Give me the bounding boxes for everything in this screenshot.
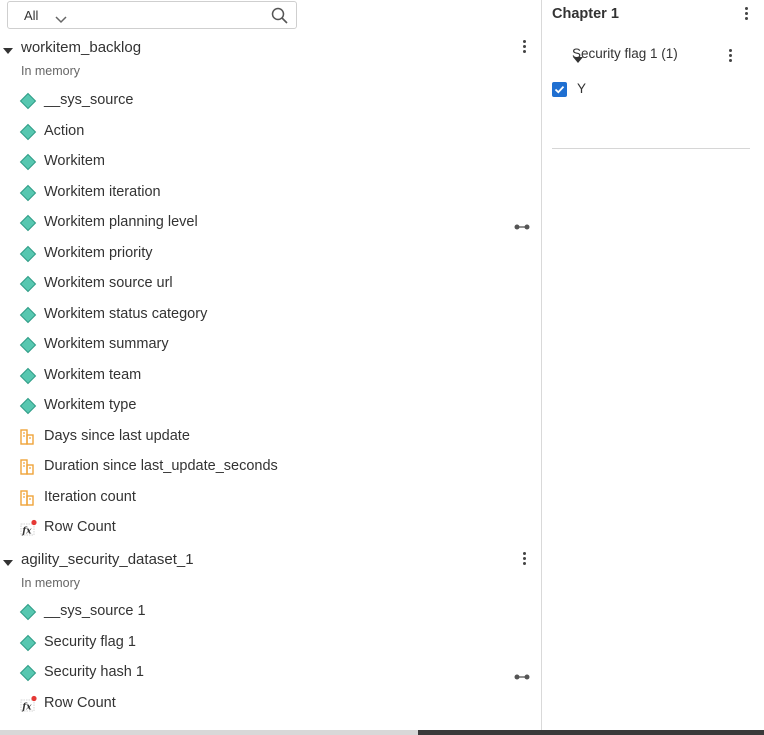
data-field-item[interactable]: Security hash 1: [0, 661, 541, 685]
data-field-item[interactable]: Workitem summary: [0, 333, 541, 357]
dataset-status: In memory: [21, 64, 81, 78]
field-label: Workitem priority: [44, 244, 153, 261]
chapter-title: Chapter 1: [552, 6, 619, 22]
filter-value: All: [24, 8, 39, 23]
field-label: Workitem status category: [44, 305, 208, 322]
field-label: Row Count: [44, 519, 116, 535]
category-diamond-icon: [19, 275, 37, 293]
field-label: Workitem type: [44, 397, 137, 413]
data-field-item[interactable]: Workitem priority: [0, 242, 541, 266]
filter-pane: Chapter 1 Security flag 1 (1) Y: [542, 0, 764, 735]
field-label: Security hash 1: [44, 664, 144, 680]
measure-icon: [19, 458, 37, 476]
link-icon: [514, 668, 530, 686]
category-diamond-icon: [19, 367, 37, 385]
data-field-item[interactable]: __sys_source 1: [0, 600, 541, 624]
field-label: Duration since last_update_seconds: [44, 458, 278, 474]
filter-title: Security flag 1 (1): [572, 46, 678, 61]
field-label: Workitem planning level: [44, 214, 198, 230]
data-field-item[interactable]: Action: [0, 120, 541, 144]
field-label: Row Count: [44, 694, 116, 711]
svg-text:fx: fx: [21, 702, 32, 712]
data-field-item[interactable]: Workitem planning level: [0, 211, 541, 235]
data-field-item[interactable]: Duration since last_update_seconds: [0, 455, 541, 479]
data-field-item[interactable]: Days since last update: [0, 425, 541, 449]
data-field-item[interactable]: Iteration count: [0, 486, 541, 510]
category-diamond-icon: [19, 245, 37, 263]
dataset-more-options-icon[interactable]: [520, 551, 528, 567]
data-field-item[interactable]: __sys_source: [0, 89, 541, 113]
data-field-item[interactable]: fx Row Count: [0, 516, 541, 540]
category-diamond-icon: [19, 306, 37, 324]
field-label: Iteration count: [44, 488, 136, 505]
data-field-item[interactable]: Workitem iteration: [0, 181, 541, 205]
category-diamond-icon: [19, 123, 37, 141]
field-label: Workitem: [44, 153, 105, 169]
dataset-name: workitem_backlog: [21, 39, 142, 56]
calculated-fx-icon: fx: [19, 695, 37, 713]
category-diamond-icon: [19, 603, 37, 621]
field-label: __sys_source: [44, 92, 134, 108]
field-label: Security flag 1: [44, 633, 136, 650]
data-field-item[interactable]: Workitem source url: [0, 272, 541, 296]
category-diamond-icon: [19, 92, 37, 110]
field-label: Workitem iteration: [44, 183, 161, 200]
calculated-fx-icon: fx: [19, 519, 37, 537]
chevron-down-icon[interactable]: [55, 11, 67, 29]
checkbox-checked-icon[interactable]: [552, 82, 567, 97]
category-diamond-icon: [19, 153, 37, 171]
filter-option-label: Y: [577, 81, 587, 96]
field-label: Workitem team: [44, 366, 142, 383]
data-field-item[interactable]: Workitem: [0, 150, 541, 174]
dataset-header[interactable]: agility_security_dataset_1: [0, 548, 541, 572]
filter-more-options-icon[interactable]: [726, 48, 734, 64]
field-label: Action: [44, 122, 85, 139]
field-label: Workitem source url: [44, 275, 173, 291]
data-field-item[interactable]: Workitem team: [0, 364, 541, 388]
measure-icon: [19, 489, 37, 507]
dataset-name: agility_security_dataset_1: [21, 551, 194, 568]
dataset-header[interactable]: workitem_backlog: [0, 36, 541, 60]
category-diamond-icon: [19, 336, 37, 354]
data-field-item[interactable]: fx Row Count: [0, 692, 541, 716]
scrollbar-thumb[interactable]: [418, 730, 764, 735]
dataset-more-options-icon[interactable]: [520, 39, 528, 55]
field-label: Days since last update: [44, 427, 190, 444]
caret-down-icon[interactable]: [3, 42, 13, 60]
filter-option-y[interactable]: Y: [552, 80, 752, 100]
data-field-item[interactable]: Security flag 1: [0, 631, 541, 655]
data-panel: All workitem_backlog In memory __sys_sourc…: [0, 0, 541, 735]
filter-section-header[interactable]: Security flag 1 (1): [542, 42, 764, 66]
dataset-status: In memory: [21, 576, 81, 590]
field-label: Workitem summary: [44, 336, 169, 352]
measure-icon: [19, 428, 37, 446]
category-diamond-icon: [19, 184, 37, 202]
horizontal-scrollbar[interactable]: [0, 730, 764, 735]
svg-text:fx: fx: [21, 526, 32, 536]
data-field-item[interactable]: Workitem status category: [0, 303, 541, 327]
link-icon: [514, 218, 530, 236]
category-diamond-icon: [19, 664, 37, 682]
caret-down-icon[interactable]: [3, 554, 13, 572]
chapter-more-options-icon[interactable]: [742, 6, 750, 22]
search-icon[interactable]: [271, 7, 288, 29]
category-diamond-icon: [19, 397, 37, 415]
category-diamond-icon: [19, 634, 37, 652]
data-field-item[interactable]: Workitem type: [0, 394, 541, 418]
data-filter-dropdown[interactable]: All: [7, 1, 297, 29]
filter-divider: [552, 148, 750, 149]
category-diamond-icon: [19, 214, 37, 232]
field-label: __sys_source 1: [44, 603, 146, 619]
